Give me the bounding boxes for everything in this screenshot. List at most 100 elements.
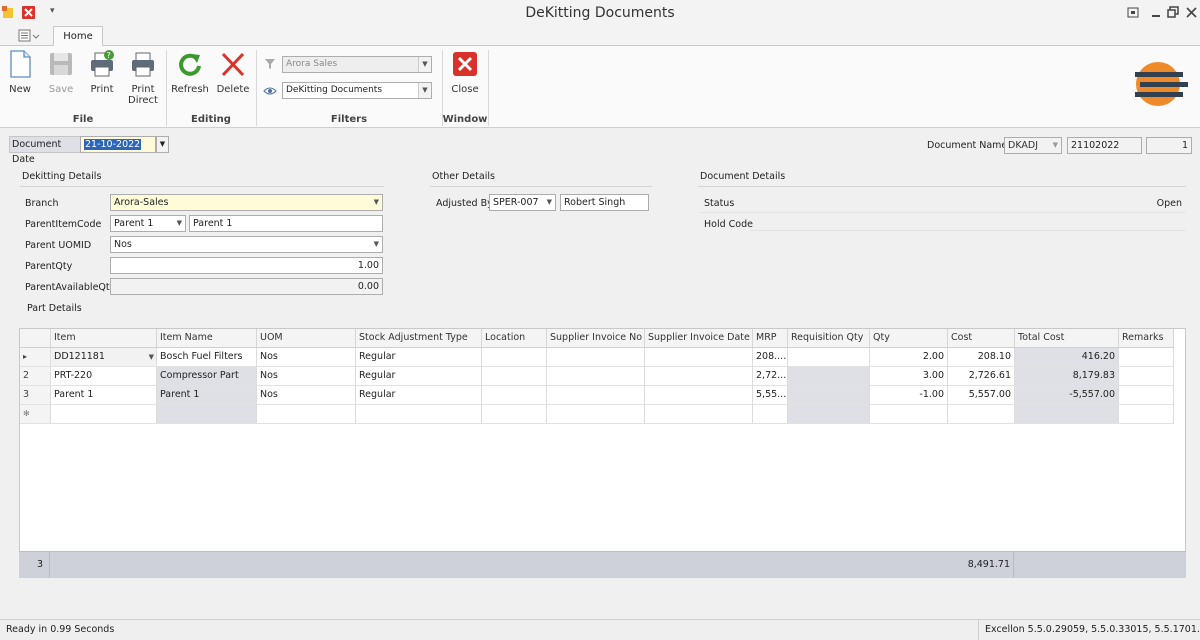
table-cell[interactable]: Parent 1 [51,386,157,405]
print-direct-button[interactable]: Print Direct [124,50,162,106]
branch-value: Arora-Sales [114,197,169,208]
app-menu-icon[interactable] [18,29,40,42]
column-header[interactable]: Location [482,329,547,348]
print-direct-icon [132,52,154,77]
column-header[interactable]: Remarks [1119,329,1174,348]
table-cell[interactable]: Bosch Fuel Filters [157,348,257,367]
column-header[interactable]: Item [51,329,157,348]
chevron-down-icon[interactable]: ▼ [374,195,379,210]
table-cell[interactable] [257,405,356,424]
row-indicator[interactable]: 3 [20,386,51,405]
window-close-icon[interactable] [1186,7,1197,18]
refresh-button[interactable]: Refresh [171,50,209,95]
table-cell[interactable] [870,405,948,424]
adjusted-by-name-input[interactable]: Robert Singh [560,194,649,211]
maximize-icon[interactable] [1167,6,1179,18]
column-header[interactable]: Total Cost [1015,329,1119,348]
new-row-indicator[interactable]: ✻ [20,405,51,424]
close-button[interactable]: Close [448,50,482,95]
table-cell[interactable]: 5,55... [753,386,788,405]
table-cell[interactable] [547,386,645,405]
new-button[interactable]: New [5,50,35,95]
save-button[interactable]: Save [46,50,76,95]
tab-home[interactable]: Home [53,26,103,47]
chevron-down-icon[interactable]: ▼ [418,83,431,98]
row-indicator[interactable]: 2 [20,367,51,386]
table-cell[interactable]: 3.00 [870,367,948,386]
document-date-input[interactable]: 21-10-2022 [80,136,156,153]
table-cell[interactable] [482,386,547,405]
table-cell[interactable] [1119,348,1174,367]
table-cell[interactable] [482,405,547,424]
branch-filter-combo[interactable]: Arora Sales ▼ [282,56,432,73]
table-cell[interactable]: Nos [257,348,356,367]
refresh-icon [179,53,201,76]
column-header[interactable]: Stock Adjustment Type [356,329,482,348]
table-cell[interactable]: PRT-220 [51,367,157,386]
table-cell[interactable] [645,405,753,424]
table-cell[interactable]: 2.00 [870,348,948,367]
column-header[interactable]: UOM [257,329,356,348]
table-cell[interactable] [645,348,753,367]
table-cell[interactable] [645,386,753,405]
hold-code-input-line[interactable] [750,230,1186,231]
table-cell[interactable]: Compressor Part [157,367,257,386]
table-cell: -5,557.00 [1015,386,1119,405]
table-cell[interactable]: DD121181 ▼ [51,348,157,367]
column-header[interactable]: Qty [870,329,948,348]
table-cell[interactable] [948,405,1015,424]
column-header[interactable]: MRP [753,329,788,348]
table-cell[interactable] [645,367,753,386]
chevron-down-icon[interactable]: ▼ [418,57,431,72]
adjusted-by-select[interactable]: SPER-007 ▼ [489,194,556,211]
column-header[interactable]: Requisition Qty [788,329,870,348]
column-header[interactable]: Cost [948,329,1015,348]
table-cell[interactable] [356,405,482,424]
column-header[interactable]: Supplier Invoice No [547,329,645,348]
table-cell[interactable] [547,405,645,424]
chevron-down-icon[interactable]: ▼ [374,237,379,252]
table-cell[interactable]: 2,726.61 [948,367,1015,386]
minimize-icon[interactable] [1151,8,1162,18]
print-button[interactable]: ? Print [86,50,118,95]
table-cell[interactable]: 5,557.00 [948,386,1015,405]
table-cell[interactable]: Parent 1 [157,386,257,405]
table-cell[interactable] [1119,405,1174,424]
branch-select[interactable]: Arora-Sales ▼ [110,194,383,211]
table-cell[interactable]: 208.10 [948,348,1015,367]
table-cell[interactable] [1119,386,1174,405]
date-picker-dropdown-icon[interactable]: ▼ [156,136,169,153]
chevron-down-icon[interactable]: ▼ [149,348,154,366]
table-cell[interactable]: Regular [356,348,482,367]
table-cell[interactable] [482,348,547,367]
table-cell[interactable]: Regular [356,386,482,405]
table-cell[interactable]: Nos [257,367,356,386]
chevron-down-icon[interactable]: ▼ [1053,138,1058,153]
view-filter-value: DeKitting Documents [286,85,383,95]
table-cell[interactable]: 208.... [753,348,788,367]
table-cell[interactable] [753,405,788,424]
table-cell[interactable] [547,348,645,367]
parent-uom-select[interactable]: Nos ▼ [110,236,383,253]
row-indicator[interactable]: ▸ [20,348,51,367]
document-name-prefix[interactable]: DKADJ ▼ [1004,137,1062,154]
table-cell[interactable] [547,367,645,386]
table-cell[interactable] [788,348,870,367]
table-cell[interactable]: Regular [356,367,482,386]
column-header[interactable]: Item Name [157,329,257,348]
column-header[interactable]: Supplier Invoice Date [645,329,753,348]
restore-layout-icon[interactable] [1127,7,1139,18]
chevron-down-icon[interactable]: ▼ [547,195,552,210]
parent-qty-input[interactable]: 1.00 [110,257,383,274]
chevron-down-icon[interactable]: ▼ [177,216,182,231]
table-cell[interactable] [482,367,547,386]
table-cell[interactable]: Nos [257,386,356,405]
delete-button[interactable]: Delete [216,50,250,95]
table-cell[interactable] [51,405,157,424]
table-cell[interactable] [1119,367,1174,386]
view-filter-combo[interactable]: DeKitting Documents ▼ [282,82,432,99]
parent-item-code-select[interactable]: Parent 1 ▼ [110,215,186,232]
table-cell[interactable]: -1.00 [870,386,948,405]
parent-item-name-input[interactable]: Parent 1 [189,215,383,232]
table-cell[interactable]: 2,72... [753,367,788,386]
